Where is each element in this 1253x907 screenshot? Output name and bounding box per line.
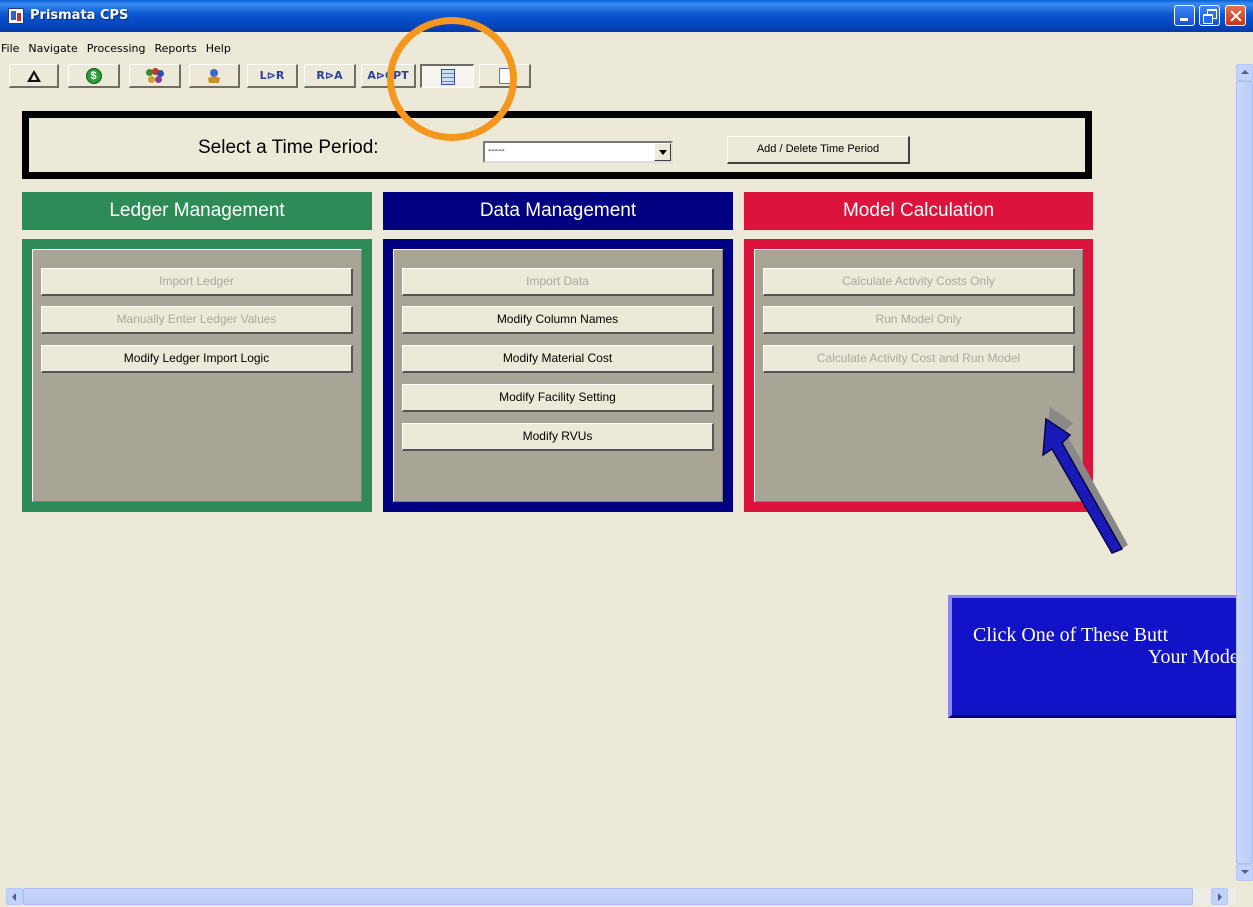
title-bar: Prismata CPS bbox=[0, 0, 1253, 32]
horizontal-scrollbar[interactable] bbox=[6, 888, 1236, 905]
run-model-only-button[interactable]: Run Model Only bbox=[763, 306, 1075, 334]
app-icon bbox=[8, 8, 24, 24]
callout-line-1: Click One of These Butt bbox=[973, 624, 1169, 646]
menu-navigate[interactable]: Navigate bbox=[22, 40, 80, 58]
toolbar-ledger-to-revenue-button[interactable]: L⊳R bbox=[247, 64, 298, 88]
modify-rvus-button[interactable]: Modify RVUs bbox=[402, 423, 714, 451]
window-title: Prismata CPS bbox=[30, 8, 129, 23]
restore-icon bbox=[1200, 6, 1219, 25]
close-button[interactable] bbox=[1225, 5, 1246, 26]
toolbar-revenue-to-activity-button[interactable]: R⊳A bbox=[304, 64, 356, 88]
dollar-coin-icon: $ bbox=[85, 67, 102, 84]
ledger-management-panel-body: Import Ledger Manually Enter Ledger Valu… bbox=[32, 249, 362, 502]
data-management-panel-body: Import Data Modify Column Names Modify M… bbox=[393, 249, 723, 502]
modify-column-names-button[interactable]: Modify Column Names bbox=[402, 306, 714, 334]
toolbar-dollar-button[interactable]: $ bbox=[68, 64, 120, 88]
close-icon bbox=[1226, 6, 1245, 25]
modify-material-cost-button[interactable]: Modify Material Cost bbox=[402, 345, 714, 373]
modify-ledger-import-logic-button[interactable]: Modify Ledger Import Logic bbox=[41, 345, 353, 373]
data-management-panel: Import Data Modify Column Names Modify M… bbox=[383, 239, 733, 512]
time-period-dropdown[interactable]: ----- bbox=[483, 141, 673, 163]
horizontal-scroll-thumb[interactable] bbox=[23, 888, 1193, 905]
ledger-management-panel: Import Ledger Manually Enter Ledger Valu… bbox=[22, 239, 372, 512]
toolbar-people-button[interactable] bbox=[129, 64, 181, 88]
model-calculation-panel-body: Calculate Activity Costs Only Run Model … bbox=[754, 249, 1083, 502]
import-data-button[interactable]: Import Data bbox=[402, 268, 714, 296]
people-icon bbox=[145, 67, 164, 84]
menu-help[interactable]: Help bbox=[200, 40, 234, 58]
callout-line-2: Your Model bbox=[1148, 646, 1245, 668]
data-management-header: Data Management bbox=[383, 192, 733, 230]
scroll-down-icon[interactable] bbox=[1236, 864, 1253, 881]
model-calculation-header: Model Calculation bbox=[744, 192, 1093, 230]
menu-reports[interactable]: Reports bbox=[149, 40, 200, 58]
time-period-panel: Select a Time Period: ----- Add / Delete… bbox=[22, 111, 1092, 179]
toolbar-delta-button[interactable] bbox=[9, 64, 59, 88]
toolbar-hand-button[interactable] bbox=[189, 64, 240, 88]
hand-icon bbox=[208, 68, 220, 83]
ledger-to-revenue-label: L⊳R bbox=[259, 69, 285, 82]
vertical-scroll-thumb[interactable] bbox=[1236, 81, 1253, 864]
vertical-scrollbar[interactable] bbox=[1236, 64, 1253, 881]
import-ledger-button[interactable]: Import Ledger bbox=[41, 268, 353, 296]
menu-bar: File Navigate Processing Reports Help bbox=[0, 40, 234, 58]
ledger-management-header: Ledger Management bbox=[22, 192, 372, 230]
minimize-icon bbox=[1175, 6, 1194, 25]
scroll-up-icon[interactable] bbox=[1236, 64, 1253, 81]
modify-facility-setting-button[interactable]: Modify Facility Setting bbox=[402, 384, 714, 412]
scroll-right-icon[interactable] bbox=[1211, 888, 1228, 905]
scroll-left-icon[interactable] bbox=[6, 888, 23, 905]
manually-enter-ledger-values-button[interactable]: Manually Enter Ledger Values bbox=[41, 306, 353, 334]
add-delete-time-period-button[interactable]: Add / Delete Time Period bbox=[727, 136, 910, 164]
menu-processing[interactable]: Processing bbox=[81, 40, 149, 58]
highlight-circle bbox=[387, 17, 517, 141]
arrow-pointer-icon bbox=[1042, 407, 1128, 554]
delta-icon bbox=[26, 69, 41, 82]
revenue-to-activity-label: R⊳A bbox=[316, 69, 343, 82]
menu-file[interactable]: File bbox=[0, 40, 22, 58]
time-period-value: ----- bbox=[488, 145, 505, 156]
calculate-activity-costs-only-button[interactable]: Calculate Activity Costs Only bbox=[763, 268, 1075, 296]
restore-button[interactable] bbox=[1199, 5, 1220, 26]
calculate-activity-cost-and-run-model-button[interactable]: Calculate Activity Cost and Run Model bbox=[763, 345, 1075, 373]
instruction-callout: Click One of These Butt Your Model bbox=[948, 595, 1253, 718]
chevron-down-icon[interactable] bbox=[654, 143, 671, 161]
minimize-button[interactable] bbox=[1174, 5, 1195, 26]
time-period-label: Select a Time Period: bbox=[198, 137, 379, 158]
